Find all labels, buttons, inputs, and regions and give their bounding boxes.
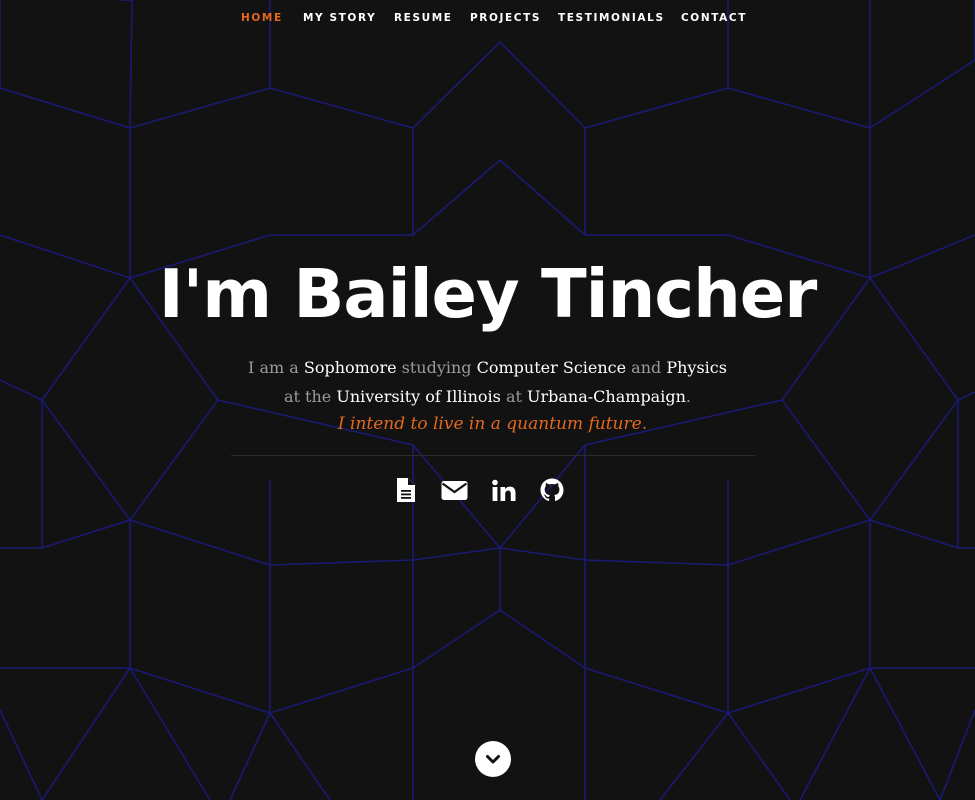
bio-text: studying [396, 358, 477, 377]
bio-line-1: I am a Sophomore studying Computer Scien… [0, 353, 975, 382]
chevron-down-icon [486, 755, 500, 764]
bio-highlight-year: Sophomore [303, 358, 397, 377]
bio-text: and [626, 358, 667, 377]
nav-item-resume[interactable]: RESUME [394, 12, 453, 24]
bio-text: at the [284, 387, 337, 406]
bio-line-2: at the University of Illinois at Urbana-… [0, 382, 975, 411]
bio-text: at [500, 387, 528, 406]
nav-item-testimonials[interactable]: TESTIMONIALS [558, 12, 665, 24]
bio-text: I am a [248, 358, 304, 377]
bio-highlight-major: Computer Science [476, 358, 627, 377]
nav-item-contact[interactable]: CONTACT [681, 12, 747, 24]
hero-page: HOME MY STORY RESUME PROJECTS TESTIMONIA… [0, 0, 975, 800]
github-icon [540, 478, 564, 501]
divider [231, 455, 755, 456]
github-link[interactable] [540, 477, 564, 503]
linkedin-link[interactable] [492, 477, 516, 503]
bio-highlight-university: University of Illinois [336, 387, 501, 406]
hero-tagline: I intend to live in a quantum future. [337, 414, 648, 434]
main-navigation: HOME MY STORY RESUME PROJECTS TESTIMONIA… [0, 12, 975, 28]
email-envelope-icon [441, 481, 468, 500]
bio-highlight-minor: Physics [666, 358, 727, 377]
hero-title: I'm Bailey Tincher [158, 255, 818, 333]
hero-bio: I am a Sophomore studying Computer Scien… [0, 353, 975, 411]
nav-item-home[interactable]: HOME [241, 12, 283, 24]
bio-highlight-campus: Urbana-Champaign [527, 387, 686, 406]
resume-link[interactable] [396, 477, 416, 503]
bio-text: . [685, 387, 691, 406]
scroll-down-button[interactable] [475, 741, 511, 777]
nav-item-my-story[interactable]: MY STORY [303, 12, 376, 24]
resume-file-icon [397, 478, 415, 502]
linkedin-icon [492, 479, 516, 501]
email-link[interactable] [441, 477, 468, 503]
nav-item-projects[interactable]: PROJECTS [470, 12, 541, 24]
